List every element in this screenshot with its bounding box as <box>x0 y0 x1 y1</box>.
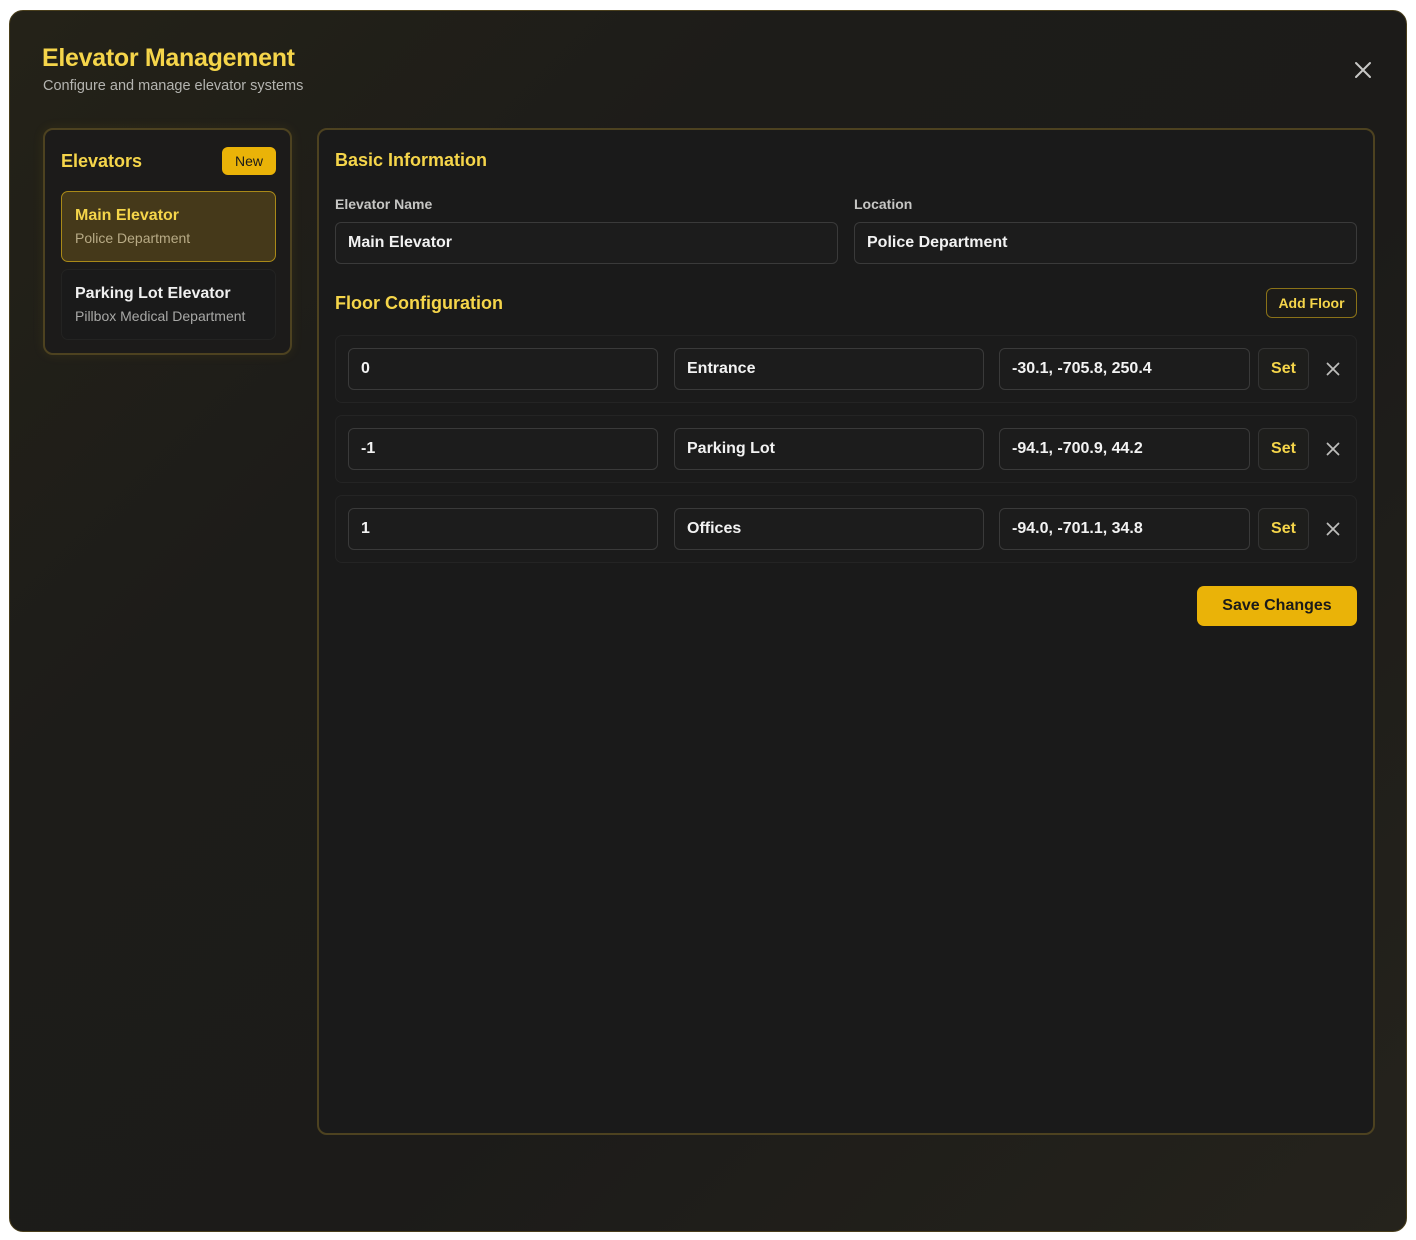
floor-coords-input[interactable] <box>999 428 1250 470</box>
elevator-item-name: Main Elevator <box>75 207 180 224</box>
close-icon <box>1326 522 1340 536</box>
floor-row: Set <box>335 495 1357 563</box>
elevator-editor-panel: Basic Information Elevator Name Location… <box>317 128 1375 1135</box>
new-elevator-button[interactable]: New <box>222 147 276 175</box>
floor-name-input[interactable] <box>674 428 984 470</box>
set-coords-button[interactable]: Set <box>1258 508 1309 550</box>
elevator-item-location: Pillbox Medical Department <box>75 308 246 324</box>
set-coords-button[interactable]: Set <box>1258 428 1309 470</box>
location-label: Location <box>854 196 913 212</box>
page-subtitle: Configure and manage elevator systems <box>43 78 304 94</box>
floor-name-input[interactable] <box>674 348 984 390</box>
floor-row: Set <box>335 335 1357 403</box>
floor-config-title: Floor Configuration <box>335 293 503 313</box>
floor-number-input[interactable] <box>348 508 658 550</box>
floor-number-input[interactable] <box>348 428 658 470</box>
close-icon <box>1326 362 1340 376</box>
remove-floor-button[interactable] <box>1321 357 1345 381</box>
floor-number-input[interactable] <box>348 348 658 390</box>
elevator-name-input[interactable] <box>335 222 838 264</box>
page-title: Elevator Management <box>42 44 295 72</box>
close-icon <box>1355 62 1371 78</box>
basic-info-title: Basic Information <box>335 150 488 170</box>
elevator-management-modal: Elevator Management Configure and manage… <box>9 10 1407 1232</box>
elevator-sidebar: Elevators New Main Elevator Police Depar… <box>43 128 292 355</box>
location-input[interactable] <box>854 222 1357 264</box>
save-changes-button[interactable]: Save Changes <box>1197 586 1357 626</box>
elevator-item-location: Police Department <box>75 230 191 246</box>
remove-floor-button[interactable] <box>1321 517 1345 541</box>
sidebar-title: Elevators <box>61 151 143 171</box>
floor-name-input[interactable] <box>674 508 984 550</box>
add-floor-button[interactable]: Add Floor <box>1266 288 1357 318</box>
elevator-item-name: Parking Lot Elevator <box>75 285 231 302</box>
elevator-item-parking-lot[interactable]: Parking Lot Elevator Pillbox Medical Dep… <box>61 269 276 340</box>
elevator-item-main[interactable]: Main Elevator Police Department <box>61 191 276 262</box>
elevator-name-label: Elevator Name <box>335 196 433 212</box>
set-coords-button[interactable]: Set <box>1258 348 1309 390</box>
remove-floor-button[interactable] <box>1321 437 1345 461</box>
floor-coords-input[interactable] <box>999 508 1250 550</box>
close-button[interactable] <box>1350 57 1376 83</box>
close-icon <box>1326 442 1340 456</box>
floor-row: Set <box>335 415 1357 483</box>
floor-coords-input[interactable] <box>999 348 1250 390</box>
